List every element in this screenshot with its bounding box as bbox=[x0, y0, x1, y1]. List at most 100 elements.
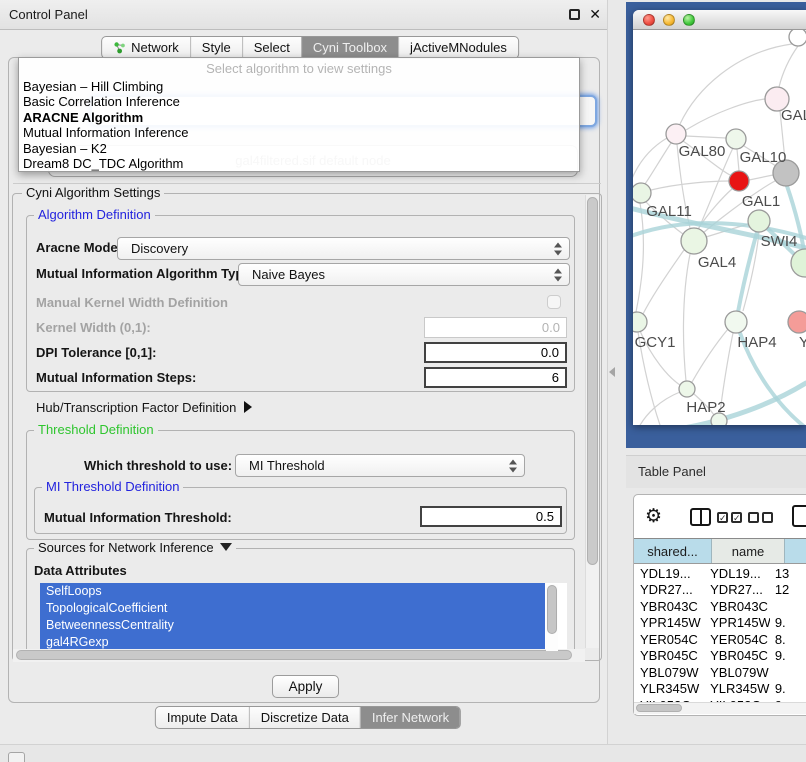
data-attribute-option[interactable]: SelfLoops bbox=[40, 583, 545, 600]
network-edge bbox=[639, 392, 680, 425]
aracne-mode-combobox[interactable]: Discovery bbox=[117, 237, 570, 260]
network-node-gal10[interactable] bbox=[726, 129, 746, 149]
select-all-checkbox-icon[interactable]: ✓ bbox=[717, 512, 728, 523]
network-edge bbox=[645, 143, 671, 184]
scrollbar-thumb[interactable] bbox=[636, 704, 682, 712]
table-panel-header: Table Panel bbox=[626, 455, 806, 488]
table-cell: YDR27... bbox=[704, 582, 770, 597]
table-cell: YPR145W bbox=[634, 615, 704, 630]
settings-vertical-scrollbar[interactable] bbox=[585, 195, 599, 648]
algorithm-option-aracne-algorithm[interactable]: ARACNE Algorithm bbox=[23, 110, 575, 125]
table-row[interactable]: YLR345WYLR345W9. bbox=[634, 681, 806, 698]
sources-title[interactable]: Sources for Network Inference bbox=[34, 541, 236, 555]
mi-type-combobox[interactable]: Naive Bayes bbox=[238, 263, 570, 286]
table-row[interactable]: YDR27...YDR27...12 bbox=[634, 582, 806, 599]
table-horizontal-scrollbar[interactable] bbox=[634, 702, 806, 714]
mi-threshold-group-title: MI Threshold Definition bbox=[42, 480, 183, 494]
apply-button[interactable]: Apply bbox=[272, 675, 339, 698]
close-traffic-light-icon[interactable] bbox=[643, 14, 655, 26]
table-row[interactable]: YBR043CYBR043C bbox=[634, 598, 806, 615]
table-cell: YDL19... bbox=[704, 566, 770, 581]
network-edge-thick bbox=[738, 232, 757, 312]
data-attributes-list[interactable]: SelfLoopsTopologicalCoefficientBetweenne… bbox=[40, 583, 567, 653]
minimize-traffic-light-icon[interactable] bbox=[663, 14, 675, 26]
dpi-tolerance-field[interactable]: 0.0 bbox=[424, 342, 567, 363]
tab-infer-network[interactable]: Infer Network bbox=[360, 707, 460, 728]
table-row[interactable]: YDL19...YDL19...13 bbox=[634, 565, 806, 582]
screen: Control Panel ✕ NetworkStyle Select Cyni T… bbox=[0, 0, 806, 762]
mi-steps-label: Mutual Information Steps: bbox=[36, 371, 196, 385]
algorithm-option-basic-correlation-inference[interactable]: Basic Correlation Inference bbox=[23, 94, 575, 109]
tab-jactivemnodules[interactable]: jActiveMNodules bbox=[398, 37, 518, 58]
settings-horizontal-scrollbar[interactable] bbox=[13, 649, 585, 662]
table-row[interactable]: YPR145WYPR145W9. bbox=[634, 615, 806, 632]
table-row[interactable]: YBR045CYBR045C9. bbox=[634, 648, 806, 665]
network-node-gcy1[interactable] bbox=[633, 312, 647, 332]
tab-label: Discretize Data bbox=[261, 710, 349, 725]
deselect-all-checkbox-icon[interactable] bbox=[762, 512, 773, 523]
divider bbox=[13, 183, 601, 184]
hub-definition-expander[interactable]: Hub/Transcription Factor Definition bbox=[36, 401, 252, 415]
network-edge bbox=[680, 44, 792, 124]
control-panel-window: Control Panel ✕ NetworkStyle Select Cyni T… bbox=[0, 0, 608, 744]
algorithm-option-dream8-dc-tdc-algorithm[interactable]: Dream8 DC_TDC Algorithm bbox=[23, 156, 575, 171]
table-panel-title: Table Panel bbox=[638, 456, 706, 488]
algorithm-option-bayesian-hill-climbing[interactable]: Bayesian – Hill Climbing bbox=[23, 79, 575, 94]
table-cell: 8. bbox=[770, 632, 806, 647]
tab-label: Select bbox=[254, 40, 290, 55]
algorithm-option-bayesian-k2[interactable]: Bayesian – K2 bbox=[23, 141, 575, 156]
splitter-collapse-arrow[interactable] bbox=[609, 367, 615, 377]
float-window-icon[interactable] bbox=[569, 9, 580, 20]
tab-discretize-data[interactable]: Discretize Data bbox=[249, 707, 360, 728]
network-node-gal1[interactable] bbox=[748, 210, 770, 232]
tab-label: Cyni Toolbox bbox=[313, 40, 387, 55]
control-panel-title: Control Panel bbox=[9, 0, 88, 29]
network-node-gal80[interactable] bbox=[666, 124, 686, 144]
deselect-all-checkbox-icon[interactable] bbox=[748, 512, 759, 523]
scrollbar-thumb[interactable] bbox=[587, 197, 598, 565]
network-edge bbox=[749, 175, 773, 180]
network-node-gal11[interactable] bbox=[633, 183, 651, 203]
table-mode-icon[interactable] bbox=[792, 505, 806, 527]
algorithm-dropdown-popup: Select algorithm to view settings Bayesi… bbox=[18, 57, 580, 172]
network-node-hap2[interactable] bbox=[679, 381, 695, 397]
manual-kernel-checkbox[interactable] bbox=[547, 295, 561, 309]
mi-steps-field[interactable]: 6 bbox=[424, 367, 567, 388]
network-node-salmon-node[interactable] bbox=[788, 311, 806, 333]
manual-kernel-label: Manual Kernel Width Definition bbox=[36, 296, 228, 310]
data-attribute-option[interactable]: TopologicalCoefficient bbox=[40, 600, 545, 617]
tab-style[interactable]: Style bbox=[190, 37, 242, 58]
attributes-scrollbar[interactable] bbox=[546, 584, 558, 651]
scrollbar-thumb[interactable] bbox=[547, 585, 557, 634]
tab-label: Infer Network bbox=[372, 710, 449, 725]
tab-cyni-toolbox[interactable]: Cyni Toolbox bbox=[301, 37, 398, 58]
zoom-traffic-light-icon[interactable] bbox=[683, 14, 695, 26]
table-row[interactable]: YER054CYER054C8. bbox=[634, 631, 806, 648]
network-node-top-partial[interactable] bbox=[789, 30, 806, 46]
gear-icon[interactable]: ⚙ bbox=[645, 505, 662, 528]
kernel-width-field[interactable]: 0.0 bbox=[424, 317, 567, 338]
restore-panel-icon[interactable] bbox=[8, 752, 25, 762]
close-icon[interactable]: ✕ bbox=[589, 0, 601, 29]
data-attribute-option[interactable]: BetweennessCentrality bbox=[40, 617, 545, 634]
spinner-arrows-icon bbox=[509, 459, 517, 472]
tab-select[interactable]: Select bbox=[242, 37, 301, 58]
network-node-red-node[interactable] bbox=[729, 171, 749, 191]
tab-network[interactable]: Network bbox=[102, 37, 190, 58]
network-edge bbox=[643, 250, 684, 314]
select-all-checkbox-icon[interactable]: ✓ bbox=[731, 512, 742, 523]
which-threshold-combobox[interactable]: MI Threshold bbox=[235, 454, 525, 477]
network-node-hap4[interactable] bbox=[725, 311, 747, 333]
column-header-a[interactable]: A bbox=[785, 539, 806, 563]
column-header-shared[interactable]: shared... bbox=[634, 539, 712, 563]
algorithm-definition-title: Algorithm Definition bbox=[34, 208, 155, 222]
mi-threshold-field[interactable]: 0.5 bbox=[420, 506, 562, 527]
scrollbar-thumb[interactable] bbox=[16, 650, 572, 660]
columns-icon[interactable] bbox=[690, 508, 711, 526]
algorithm-option-mutual-information-inference[interactable]: Mutual Information Inference bbox=[23, 125, 575, 140]
tab-impute-data[interactable]: Impute Data bbox=[156, 707, 249, 728]
network-node-gal4[interactable] bbox=[681, 228, 707, 254]
column-header-name[interactable]: name bbox=[712, 539, 785, 563]
table-row[interactable]: YBL079WYBL079W bbox=[634, 664, 806, 681]
network-canvas[interactable]: GALGAL80GAL10GAL1GAL11SWI4GAL4GCY1HAP4YH… bbox=[633, 30, 806, 425]
